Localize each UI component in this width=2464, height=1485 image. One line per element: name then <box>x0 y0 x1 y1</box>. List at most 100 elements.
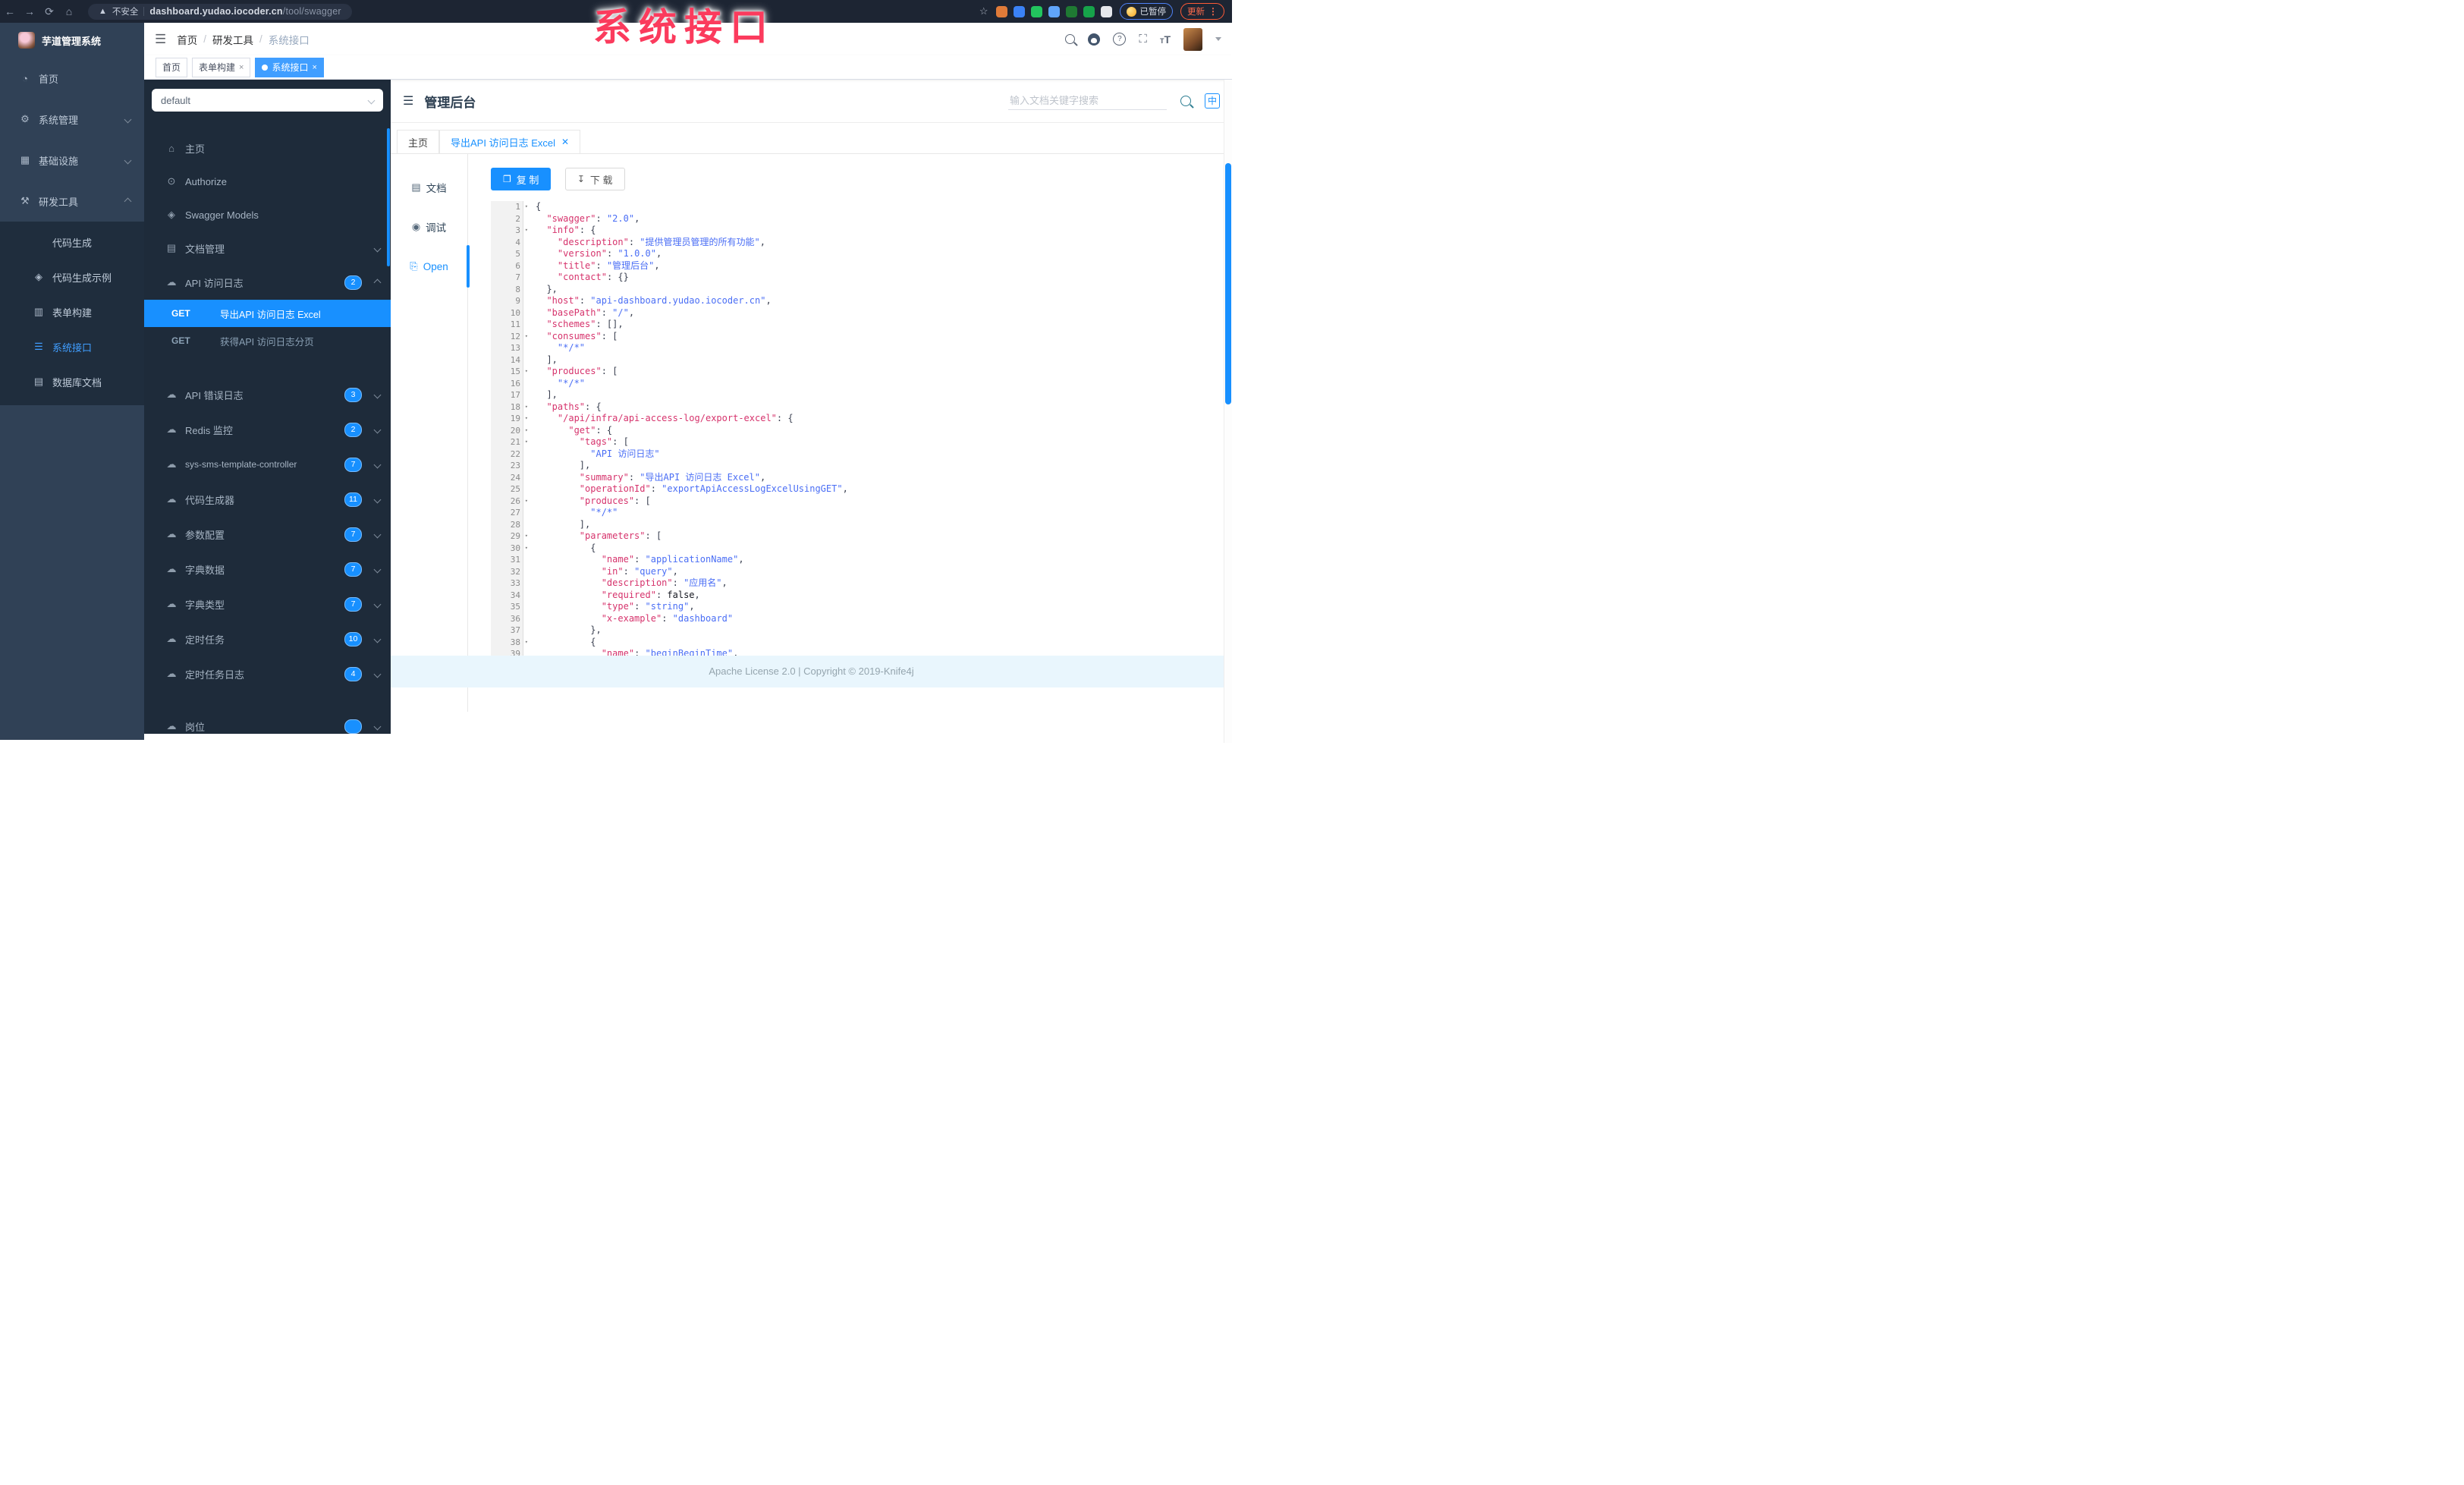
fold-arrow-icon[interactable]: ▾ <box>525 201 528 213</box>
sidebar-subitem-label: 代码生成 <box>52 237 93 249</box>
fold-arrow-icon[interactable]: ▾ <box>525 543 528 555</box>
fold-arrow-icon[interactable]: ▾ <box>525 436 528 448</box>
code-editor: 1 ▾ 2 3 ▾ 4 5 6 7 8 9 10 11 12 ▾ 13 14 15 ▾ 16 17 18 ▾ 19 ▾ 20 ▾ 21… <box>491 201 1232 684</box>
paused-label: 已暂停 <box>1139 8 1167 17</box>
http-method-badge: GET <box>171 308 190 319</box>
fold-arrow-icon[interactable]: ▾ <box>525 496 528 508</box>
swagger-item-Swagger Models[interactable]: ◈ Swagger Models <box>144 198 391 231</box>
close-icon[interactable]: × <box>312 63 316 72</box>
api-group-代码生成器[interactable]: ☁ 代码生成器 11 <box>144 482 391 517</box>
search-icon[interactable] <box>1065 34 1076 44</box>
bookmark-star-icon[interactable]: ☆ <box>979 5 988 17</box>
sidebar-subitem-系统接口[interactable]: ☰ 系统接口 <box>0 329 144 364</box>
close-icon[interactable]: ✕ <box>561 137 569 147</box>
breadcrumb-item[interactable]: 首页 <box>177 32 197 47</box>
help-icon[interactable]: ? <box>1113 33 1127 46</box>
swagger-item-主页[interactable]: ⌂ 主页 <box>144 131 391 165</box>
sidebar-subitem-代码生成[interactable]: 代码生成 <box>0 225 144 260</box>
rail-item-文档[interactable]: ▤ 文档 <box>391 168 467 207</box>
code-line: "*/*" <box>557 377 586 389</box>
font-size-icon[interactable]: TT <box>1160 33 1171 46</box>
tag-tab-系统接口[interactable]: 系统接口 × <box>255 57 324 77</box>
hamburger-icon[interactable]: ☰ <box>144 32 177 47</box>
api-group-定时任务日志[interactable]: ☁ 定时任务日志 4 <box>144 656 391 691</box>
fold-arrow-icon[interactable]: ▾ <box>525 331 528 343</box>
extension-icon[interactable] <box>1083 5 1095 17</box>
sidebar-subitem-表单构建[interactable]: ▥ 表单构建 <box>0 294 144 329</box>
api-group-label: sys-sms-template-controller <box>185 459 297 470</box>
api-group-字典类型[interactable]: ☁ 字典类型 7 <box>144 587 391 621</box>
fold-arrow-icon[interactable]: ▾ <box>525 413 528 425</box>
api-endpoint-导出API 访问日志 Excel[interactable]: GET 导出API 访问日志 Excel <box>144 300 391 327</box>
api-group-Redis 监控[interactable]: ☁ Redis 监控 2 <box>144 412 391 447</box>
tag-tab-首页[interactable]: 首页 <box>156 57 188 77</box>
copy-button[interactable]: ❐ 复 制 <box>491 168 552 190</box>
rail-item-调试[interactable]: ◉ 调试 <box>391 207 467 247</box>
language-icon[interactable]: 中 <box>1205 93 1220 109</box>
rail-scrollbar[interactable] <box>467 245 470 288</box>
extension-icon[interactable] <box>1100 5 1112 17</box>
close-icon[interactable]: × <box>239 63 244 72</box>
page-scrollbar-thumb[interactable] <box>1225 163 1231 404</box>
sidebar-item-首页[interactable]: ◔ 首页 <box>0 58 144 99</box>
fold-arrow-icon[interactable]: ▾ <box>525 637 528 649</box>
github-icon[interactable] <box>1088 33 1101 46</box>
api-group-label: 参数配置 <box>185 529 225 541</box>
swagger-item-文档管理[interactable]: ▤ 文档管理 <box>144 231 391 265</box>
api-group-定时任务[interactable]: ☁ 定时任务 10 <box>144 621 391 656</box>
download-button[interactable]: ↧ 下 载 <box>564 168 625 190</box>
user-avatar[interactable] <box>1183 27 1202 51</box>
api-group-参数配置[interactable]: ☁ 参数配置 7 <box>144 517 391 552</box>
sidebar-subitem-代码生成示例[interactable]: ◈ 代码生成示例 <box>0 260 144 294</box>
fold-arrow-icon[interactable]: ▾ <box>525 366 528 378</box>
line-number: 19 ▾ <box>510 414 528 423</box>
swagger-item-Authorize[interactable]: ⊙ Authorize <box>144 165 391 198</box>
fold-arrow-icon[interactable]: ▾ <box>525 225 528 237</box>
reload-icon[interactable]: ⟳ <box>39 5 59 18</box>
extension-icon[interactable] <box>995 5 1007 17</box>
api-group-API 访问日志[interactable]: ☁ API 访问日志 2 <box>144 265 391 300</box>
fold-arrow-icon[interactable]: ▾ <box>525 425 528 437</box>
doc-tab-主页[interactable]: 主页 <box>397 130 440 153</box>
chevron-down-icon[interactable] <box>1215 37 1221 41</box>
annotation-overlay: 系统接口 <box>593 6 775 49</box>
sidebar-item-研发工具[interactable]: ⚒ 研发工具 <box>0 181 144 222</box>
doc-tab-导出API 访问日志 Excel[interactable]: 导出API 访问日志 Excel ✕ <box>439 130 581 153</box>
paused-extension-badge[interactable]: 已暂停 <box>1119 3 1173 20</box>
fold-arrow-icon[interactable]: ▾ <box>525 530 528 543</box>
sidebar-scrollbar[interactable] <box>387 128 390 266</box>
api-group-label: 岗位 <box>185 721 206 733</box>
extension-icon[interactable] <box>1048 5 1060 17</box>
rail-item-Open[interactable]: ⎘ Open <box>391 247 467 286</box>
group-select[interactable]: default <box>152 89 383 112</box>
tag-tab-表单构建[interactable]: 表单构建 × <box>192 57 251 77</box>
fullscreen-icon[interactable]: ⛶ <box>1139 33 1147 46</box>
api-group-岗位[interactable]: ☁ 岗位 <box>144 709 391 734</box>
group-select-value: default <box>161 94 191 106</box>
doc-search-icon[interactable] <box>1180 96 1191 106</box>
fold-arrow-icon[interactable]: ▾ <box>525 401 528 414</box>
menu-fold-icon[interactable]: ☰ <box>391 93 424 109</box>
sidebar-item-基础设施[interactable]: ▦ 基础设施 <box>0 140 144 181</box>
http-method-badge: GET <box>171 335 190 346</box>
api-group-sys-sms-template-controller[interactable]: ☁ sys-sms-template-controller 7 <box>144 447 391 482</box>
extension-icon[interactable] <box>1030 5 1042 17</box>
sidebar-subitem-数据库文档[interactable]: ▤ 数据库文档 <box>0 364 144 399</box>
extension-icon[interactable] <box>1013 5 1025 17</box>
update-button[interactable]: 更新 ⋮ <box>1180 3 1224 20</box>
page-scrollbar[interactable] <box>1224 80 1232 743</box>
address-bar[interactable]: ▲ 不安全 dashboard.yudao.iocoder.cn/tool/sw… <box>88 3 352 20</box>
line-number: 27 <box>510 508 520 518</box>
home-icon[interactable]: ⌂ <box>59 5 79 17</box>
breadcrumb-item[interactable]: 系统接口 <box>269 32 310 47</box>
forward-icon[interactable]: → <box>20 5 39 17</box>
api-group-字典数据[interactable]: ☁ 字典数据 7 <box>144 552 391 587</box>
line-number: 14 <box>510 354 520 365</box>
api-endpoint-获得API 访问日志分页[interactable]: GET 获得API 访问日志分页 <box>144 327 391 354</box>
doc-search-input[interactable] <box>1008 92 1167 110</box>
back-icon[interactable]: ← <box>0 5 20 17</box>
breadcrumb-item[interactable]: 研发工具 <box>212 32 253 47</box>
sidebar-item-系统管理[interactable]: ⚙ 系统管理 <box>0 99 144 140</box>
extension-icon[interactable] <box>1065 5 1077 17</box>
api-group-API 错误日志[interactable]: ☁ API 错误日志 3 <box>144 377 391 412</box>
